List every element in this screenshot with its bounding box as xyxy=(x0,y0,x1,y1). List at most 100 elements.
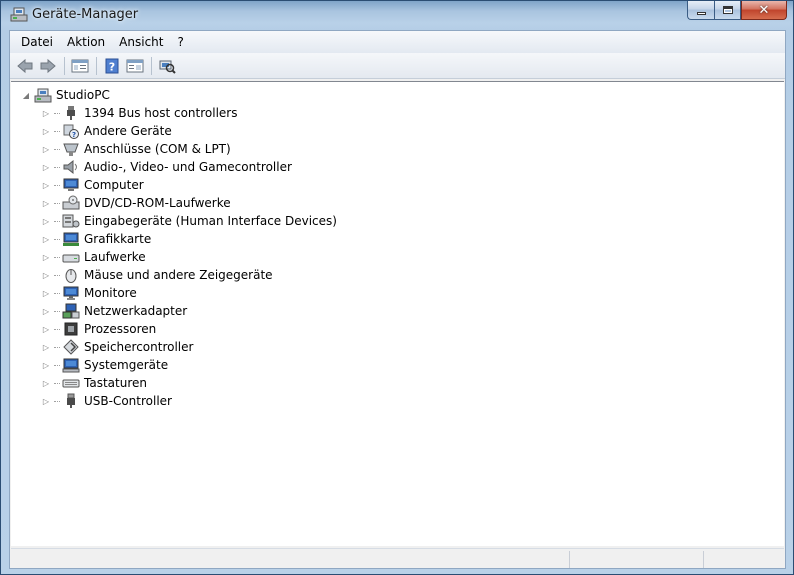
tree-item[interactable]: ▷ Laufwerke xyxy=(41,248,146,266)
processor-icon xyxy=(62,321,80,337)
tree-root-studiopc[interactable]: ◢ StudioPC xyxy=(21,86,110,104)
display-adapter-icon xyxy=(62,231,80,247)
tree-item[interactable]: ▷ Prozessoren xyxy=(41,320,156,338)
tree-item-label: DVD/CD-ROM-Laufwerke xyxy=(84,196,231,210)
toolbar-separator xyxy=(64,56,65,75)
scan-hardware-button[interactable] xyxy=(156,56,178,76)
speaker-icon xyxy=(62,159,80,175)
tree-connector xyxy=(54,220,60,222)
tree-item[interactable]: ▷ Systemgeräte xyxy=(41,356,168,374)
help-button[interactable]: ? xyxy=(101,56,123,76)
minimize-button[interactable] xyxy=(687,1,714,20)
title-bar[interactable]: Geräte-Manager ✕ xyxy=(1,1,793,28)
root-label: StudioPC xyxy=(56,88,110,102)
hid-icon xyxy=(62,213,80,229)
tree-item[interactable]: ▷ Tastaturen xyxy=(41,374,147,392)
collapsed-expander-icon[interactable]: ▷ xyxy=(41,360,51,370)
expanded-icon[interactable]: ◢ xyxy=(21,90,31,100)
tree-connector xyxy=(54,184,60,186)
maximize-button[interactable] xyxy=(714,1,741,20)
properties-view-icon xyxy=(126,59,144,72)
collapsed-expander-icon[interactable]: ▷ xyxy=(41,252,51,262)
tree-item-label: Systemgeräte xyxy=(84,358,169,372)
device-manager-window: Geräte-Manager ✕ Datei Aktion Ansicht ? xyxy=(0,0,794,575)
computer-icon xyxy=(62,177,80,193)
tree-item[interactable]: ▷ Netzwerkadapter xyxy=(41,302,187,320)
collapsed-expander-icon[interactable]: ▷ xyxy=(41,198,51,208)
properties-view-button[interactable] xyxy=(124,56,146,76)
tree-connector xyxy=(54,364,60,366)
menu-datei[interactable]: Datei xyxy=(14,33,60,51)
tree-item-label: Speichercontroller xyxy=(84,340,194,354)
tree-connector xyxy=(54,292,60,294)
tree-item[interactable]: ▷ Monitore xyxy=(41,284,137,302)
show-hide-console-tree-button[interactable] xyxy=(69,56,91,76)
menu-ansicht[interactable]: Ansicht xyxy=(112,33,170,51)
back-button[interactable] xyxy=(14,56,36,76)
tree-item-label: Andere Geräte xyxy=(84,124,172,138)
device-manager-app-icon[interactable] xyxy=(10,6,28,22)
tree-item-label: Tastaturen xyxy=(84,376,147,390)
minimize-icon xyxy=(696,11,706,15)
system-devices-icon xyxy=(62,357,80,373)
tree-item[interactable]: ▷ Grafikkarte xyxy=(41,230,151,248)
tree-connector xyxy=(54,346,60,348)
collapsed-expander-icon[interactable]: ▷ xyxy=(41,342,51,352)
collapsed-expander-icon[interactable]: ▷ xyxy=(41,126,51,136)
collapsed-expander-icon[interactable]: ▷ xyxy=(41,324,51,334)
tree-connector xyxy=(54,148,60,150)
storage-controller-icon xyxy=(62,339,80,355)
collapsed-expander-icon[interactable]: ▷ xyxy=(41,378,51,388)
svg-text:?: ? xyxy=(109,60,115,73)
tree-item-label: Anschlüsse (COM & LPT) xyxy=(84,142,231,156)
tree-item[interactable]: ▷ USB-Controller xyxy=(41,392,172,410)
tree-item-label: Audio-, Video- und Gamecontroller xyxy=(84,160,292,174)
port-icon xyxy=(62,141,80,157)
collapsed-expander-icon[interactable]: ▷ xyxy=(41,162,51,172)
tree-item[interactable]: ▷ Speichercontroller xyxy=(41,338,193,356)
mouse-icon xyxy=(62,267,80,283)
scan-hardware-icon xyxy=(159,60,176,74)
show-hide-console-tree-icon xyxy=(71,59,89,72)
tree-connector xyxy=(54,256,60,258)
collapsed-expander-icon[interactable]: ▷ xyxy=(41,270,51,280)
help-icon: ? xyxy=(105,58,119,73)
collapsed-expander-icon[interactable]: ▷ xyxy=(41,144,51,154)
tree-item[interactable]: ▷ Audio-, Video- und Gamecontroller xyxy=(41,158,292,176)
menu-help[interactable]: ? xyxy=(170,33,190,51)
toolbar-separator xyxy=(151,56,152,75)
tree-item-label: USB-Controller xyxy=(84,394,172,408)
collapsed-expander-icon[interactable]: ▷ xyxy=(41,234,51,244)
collapsed-expander-icon[interactable]: ▷ xyxy=(41,306,51,316)
menu-bar: Datei Aktion Ansicht ? xyxy=(10,31,785,53)
collapsed-expander-icon[interactable]: ▷ xyxy=(41,396,51,406)
optical-drive-icon xyxy=(62,195,80,211)
tree-item[interactable]: ▷? Andere Geräte xyxy=(41,122,172,140)
tree-item[interactable]: ▷ DVD/CD-ROM-Laufwerke xyxy=(41,194,231,212)
tree-item-label: Mäuse und andere Zeigegeräte xyxy=(84,268,273,282)
tree-item[interactable]: ▷ Eingabegeräte (Human Interface Devices) xyxy=(41,212,337,230)
forward-button[interactable] xyxy=(37,56,59,76)
tree-item-label: 1394 Bus host controllers xyxy=(84,106,238,120)
tree-item[interactable]: ▷ 1394 Bus host controllers xyxy=(41,104,237,122)
collapsed-expander-icon[interactable]: ▷ xyxy=(41,108,51,118)
menu-aktion[interactable]: Aktion xyxy=(60,33,112,51)
collapsed-expander-icon[interactable]: ▷ xyxy=(41,180,51,190)
tree-item[interactable]: ▷ Mäuse und andere Zeigegeräte xyxy=(41,266,273,284)
tree-connector xyxy=(54,328,60,330)
close-button[interactable]: ✕ xyxy=(741,1,787,20)
status-pane xyxy=(703,551,784,568)
collapsed-expander-icon[interactable]: ▷ xyxy=(41,288,51,298)
unknown-device-icon: ? xyxy=(62,123,80,139)
tree-item[interactable]: ▷ Computer xyxy=(41,176,144,194)
toolbar: ? xyxy=(10,53,785,79)
network-adapter-icon xyxy=(62,303,80,319)
tree-connector xyxy=(54,112,60,114)
device-tree[interactable]: ◢ StudioPC ▷ 1394 Bus host controllers ▷? A… xyxy=(11,81,784,546)
svg-text:?: ? xyxy=(72,131,76,139)
collapsed-expander-icon[interactable]: ▷ xyxy=(41,216,51,226)
tree-connector xyxy=(54,382,60,384)
tree-item[interactable]: ▷ Anschlüsse (COM & LPT) xyxy=(41,140,231,158)
tree-connector xyxy=(54,202,60,204)
monitor-icon xyxy=(62,285,80,301)
